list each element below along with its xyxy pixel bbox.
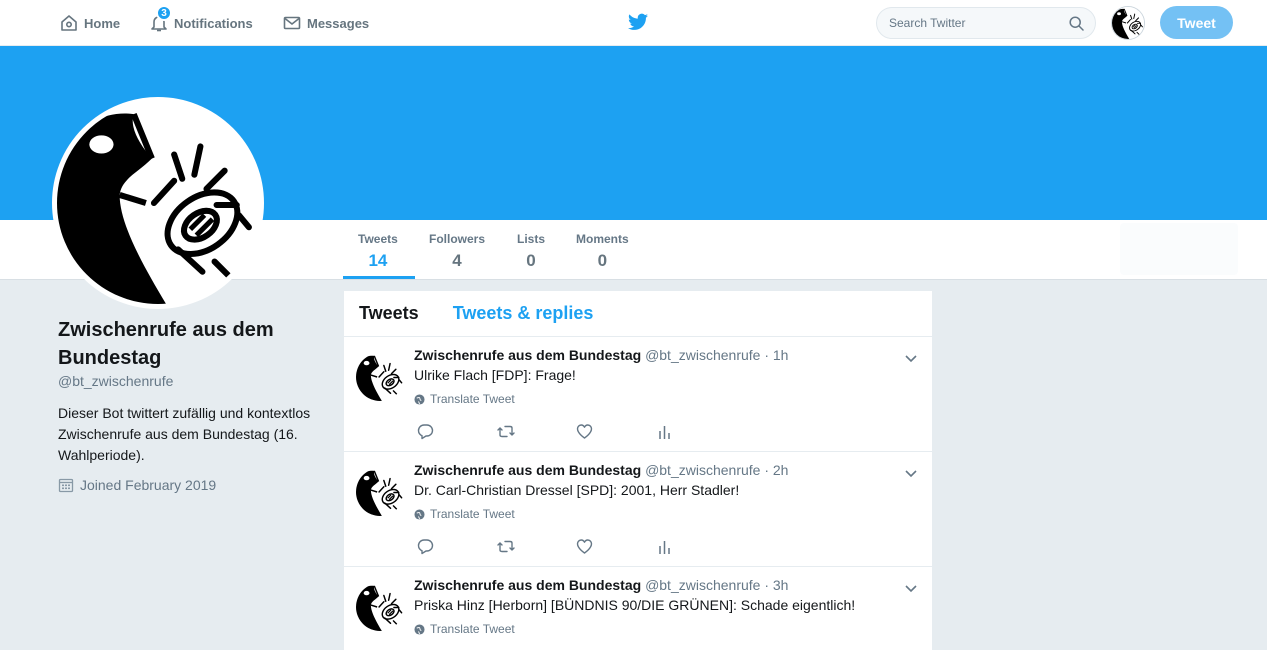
- tweet-author-name[interactable]: Zwischenrufe aus dem Bundestag: [414, 577, 641, 593]
- stat-tweets-value: 14: [368, 251, 388, 270]
- nav-home[interactable]: Home: [60, 0, 120, 46]
- tweet-avatar[interactable]: [356, 583, 404, 631]
- tweet-button[interactable]: Tweet: [1160, 6, 1233, 39]
- tweet[interactable]: Zwischenrufe aus dem Bundestag @bt_zwisc…: [344, 567, 932, 650]
- translate-tweet-label: Translate Tweet: [430, 507, 515, 521]
- stat-moments-label: Moments: [576, 232, 629, 246]
- retweet-icon[interactable]: [497, 538, 515, 555]
- profile-avatar[interactable]: [52, 97, 264, 309]
- stat-lists[interactable]: Lists 0: [517, 232, 545, 271]
- stat-tweets[interactable]: Tweets 14: [358, 232, 398, 271]
- tweet[interactable]: Zwischenrufe aus dem Bundestag @bt_zwisc…: [344, 452, 932, 567]
- profile-actions-placeholder: [1120, 223, 1238, 275]
- nav-home-label: Home: [84, 15, 121, 31]
- active-stat-indicator: [343, 276, 415, 279]
- stat-lists-value: 0: [526, 251, 536, 270]
- account-avatar[interactable]: [1111, 6, 1145, 40]
- tweet-avatar[interactable]: [356, 468, 404, 516]
- tweet-text: Dr. Carl-Christian Dressel [SPD]: 2001, …: [414, 482, 740, 498]
- tweet-text: Priska Hinz [Herborn] [BÜNDNIS 90/DIE GR…: [414, 597, 856, 613]
- tweet-time[interactable]: · 2h: [764, 462, 788, 478]
- search-box: [876, 7, 1096, 39]
- envelope-icon: [283, 16, 301, 30]
- reply-icon[interactable]: [417, 538, 434, 555]
- timeline: Tweets Tweets & replies Zwischenrufe aus…: [344, 291, 932, 650]
- timeline-tabs: Tweets Tweets & replies: [344, 291, 932, 337]
- stat-moments-value: 0: [597, 251, 608, 270]
- search-input[interactable]: [889, 16, 1059, 30]
- stat-moments[interactable]: Moments 0: [576, 232, 629, 271]
- translate-tweet-label: Translate Tweet: [430, 622, 515, 636]
- nav-notifications[interactable]: 3 Notifications: [150, 0, 253, 46]
- tweet-author-handle[interactable]: @bt_zwischenrufe: [645, 577, 760, 593]
- translate-tweet-link[interactable]: Translate Tweet: [414, 622, 515, 636]
- tweet-time[interactable]: · 1h: [764, 347, 788, 363]
- profile-joined-label: Joined February 2019: [80, 477, 217, 493]
- profile-name[interactable]: Zwischenrufe aus dem Bundestag: [58, 316, 328, 372]
- nav-messages[interactable]: Messages: [283, 0, 369, 46]
- tweet[interactable]: Zwischenrufe aus dem Bundestag @bt_zwisc…: [344, 337, 932, 452]
- globe-icon: [414, 508, 425, 520]
- stat-followers[interactable]: Followers 4: [429, 232, 485, 271]
- translate-tweet-link[interactable]: Translate Tweet: [414, 392, 515, 406]
- search-icon[interactable]: [1069, 16, 1084, 31]
- profile-handle[interactable]: @bt_zwischenrufe: [58, 373, 173, 389]
- reply-icon[interactable]: [417, 423, 434, 440]
- top-navigation: Home 3 Notifications Messages Tweet: [0, 0, 1267, 46]
- nav-notifications-label: Notifications: [174, 15, 253, 31]
- tweet-header: Zwischenrufe aus dem Bundestag @bt_zwisc…: [414, 462, 788, 478]
- chevron-down-icon[interactable]: [904, 351, 918, 365]
- tweet-header: Zwischenrufe aus dem Bundestag @bt_zwisc…: [414, 577, 788, 593]
- analytics-icon[interactable]: [656, 423, 673, 440]
- stat-lists-label: Lists: [517, 232, 546, 246]
- chevron-down-icon[interactable]: [904, 466, 918, 480]
- tweet-header: Zwischenrufe aus dem Bundestag @bt_zwisc…: [414, 347, 788, 363]
- chevron-down-icon[interactable]: [904, 581, 918, 595]
- translate-tweet-label: Translate Tweet: [430, 392, 515, 406]
- tweet-author-name[interactable]: Zwischenrufe aus dem Bundestag: [414, 347, 641, 363]
- twitter-bird-icon[interactable]: [628, 13, 648, 36]
- tab-tweets-and-replies[interactable]: Tweets & replies: [453, 303, 594, 324]
- tweet-author-handle[interactable]: @bt_zwischenrufe: [645, 347, 760, 363]
- home-icon: [61, 15, 77, 31]
- tab-tweets[interactable]: Tweets: [359, 303, 419, 324]
- globe-icon: [414, 393, 425, 405]
- translate-tweet-link[interactable]: Translate Tweet: [414, 507, 515, 521]
- heart-icon[interactable]: [576, 423, 593, 440]
- stat-tweets-label: Tweets: [358, 232, 398, 246]
- profile-bio: Dieser Bot twittert zufällig und kontext…: [58, 405, 311, 463]
- tweet-author-handle[interactable]: @bt_zwischenrufe: [645, 462, 760, 478]
- nav-messages-label: Messages: [307, 15, 370, 31]
- profile-joined: Joined February 2019: [58, 477, 216, 493]
- tweet-text: Ulrike Flach [FDP]: Frage!: [414, 367, 576, 383]
- stat-followers-value: 4: [452, 251, 462, 270]
- tweet-avatar[interactable]: [356, 353, 404, 401]
- tweet-author-name[interactable]: Zwischenrufe aus dem Bundestag: [414, 462, 641, 478]
- notifications-badge: 3: [156, 5, 172, 21]
- globe-icon: [414, 623, 425, 635]
- retweet-icon[interactable]: [497, 423, 515, 440]
- calendar-icon: [58, 478, 74, 493]
- analytics-icon[interactable]: [656, 538, 673, 555]
- heart-icon[interactable]: [576, 538, 593, 555]
- stat-followers-label: Followers: [429, 232, 486, 246]
- tweet-time[interactable]: · 3h: [764, 577, 788, 593]
